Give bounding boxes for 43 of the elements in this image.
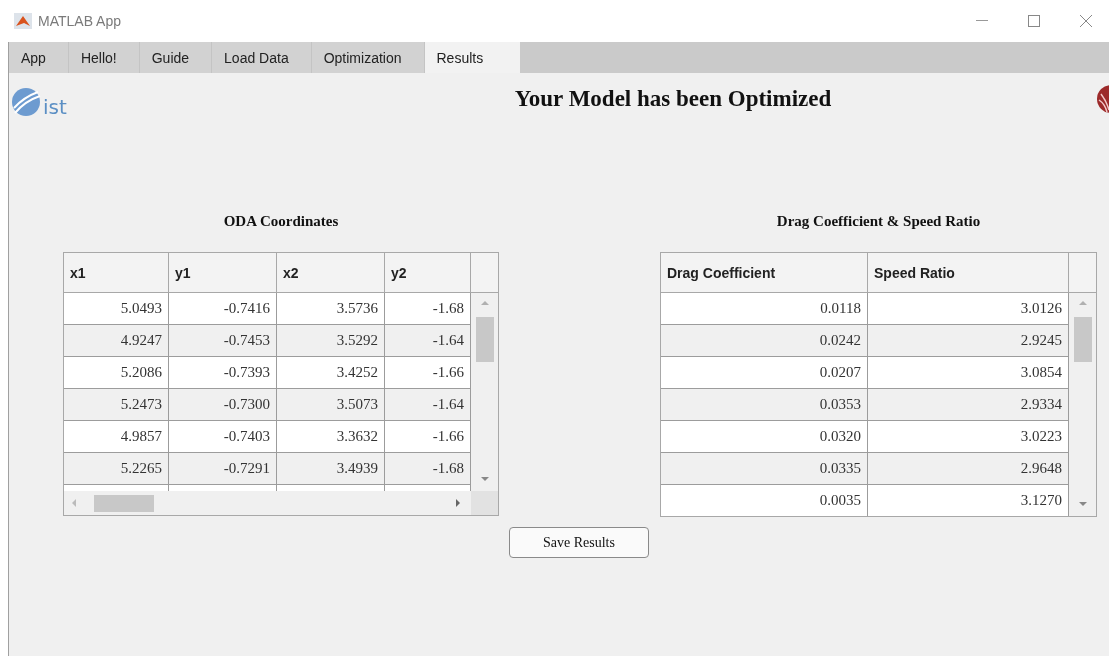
table-cell: 3.3632 (277, 421, 385, 452)
table-cell: 0.0320 (661, 421, 868, 452)
page-heading: Your Model has been Optimized (513, 86, 833, 112)
logo-text: ist (43, 95, 67, 119)
table-cell: -0.7403 (169, 421, 277, 452)
table-cell: 5.0493 (64, 293, 169, 324)
table-cell: -0.7393 (169, 357, 277, 388)
table-cell: 0.0118 (661, 293, 868, 324)
table-cell: -0.7453 (169, 325, 277, 356)
table-cell: 3.5736 (277, 293, 385, 324)
column-header[interactable]: x2 (277, 253, 385, 292)
tab[interactable]: Guide (139, 42, 213, 73)
table-cell: 4.9857 (64, 421, 169, 452)
table-cell: 4.9247 (64, 325, 169, 356)
table-cell: 0.0207 (661, 357, 868, 388)
column-header[interactable]: y2 (385, 253, 471, 292)
column-header[interactable]: x1 (64, 253, 169, 292)
table-cell: 0.0335 (661, 453, 868, 484)
table-title: Drag Coefficient & Speed Ratio (776, 213, 981, 230)
table-cell: 3.4252 (277, 357, 385, 388)
table-cell: 5.2265 (64, 453, 169, 484)
tab[interactable]: Optimization (311, 42, 425, 73)
column-header[interactable]: Drag Coefficient (661, 253, 868, 292)
tab[interactable]: App (9, 42, 69, 73)
table-cell: 0.0353 (661, 389, 868, 420)
column-header[interactable]: Speed Ratio (868, 253, 1069, 292)
table-cell: 0.0035 (661, 485, 868, 516)
table-cell: -0.7291 (169, 453, 277, 484)
tab[interactable]: Results (424, 42, 521, 73)
tab[interactable]: Load Data (212, 42, 312, 73)
tab[interactable]: Hello! (68, 42, 140, 73)
window-title: MATLAB App (38, 13, 122, 29)
save-results-button[interactable]: Save Results (509, 527, 649, 558)
table-cell: 5.2086 (64, 357, 169, 388)
table-cell: -0.7300 (169, 389, 277, 420)
table-title: ODA Coordinates (223, 213, 339, 230)
table-cell: 3.5292 (277, 325, 385, 356)
table-cell: -0.7416 (169, 293, 277, 324)
column-header[interactable]: y1 (169, 253, 277, 292)
table-cell: 3.4939 (277, 453, 385, 484)
table-cell: 3.5073 (277, 389, 385, 420)
table-cell: 0.0242 (661, 325, 868, 356)
table-cell: 5.2473 (64, 389, 169, 420)
